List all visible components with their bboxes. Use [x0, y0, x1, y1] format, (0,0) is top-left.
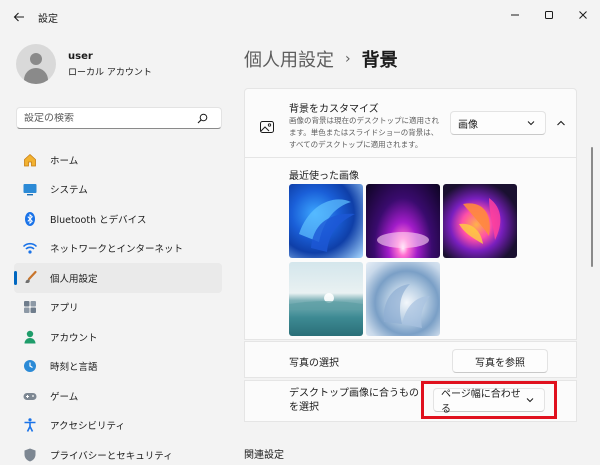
minimize-icon: [511, 14, 519, 16]
sidebar-item-accessibility[interactable]: アクセシビリティ: [14, 411, 222, 441]
dropdown-value: ページ幅に合わせる: [441, 389, 521, 415]
chevron-up-icon: [557, 120, 565, 126]
brush-icon: [22, 270, 38, 286]
title-bar: 設定: [0, 0, 600, 34]
sidebar-item-label: Bluetooth とデバイス: [50, 214, 147, 226]
breadcrumb-separator: ›: [345, 51, 351, 67]
time-language-icon: [22, 358, 38, 374]
chevron-down-icon: [525, 117, 537, 129]
apps-icon: [22, 299, 38, 315]
search-icon[interactable]: [195, 111, 209, 125]
sidebar-item-bluetooth[interactable]: Bluetooth とデバイス: [14, 204, 222, 234]
maximize-icon: [545, 11, 553, 19]
gamepad-icon: [22, 388, 38, 404]
sidebar-item-label: プライバシーとセキュリティ: [50, 450, 173, 462]
account-icon: [22, 329, 38, 345]
app-title: 設定: [38, 13, 58, 25]
fit-select-label: デスクトップ画像に合うものを選択: [289, 388, 419, 413]
home-icon: [22, 152, 38, 168]
sidebar-item-label: ネットワークとインターネット: [50, 244, 184, 256]
recent-images-label: 最近使った画像: [289, 171, 359, 182]
shield-icon: [22, 447, 38, 463]
browse-photos-button[interactable]: 写真を参照: [452, 349, 548, 373]
accessibility-icon: [22, 417, 38, 433]
breadcrumb-parent[interactable]: 個人用設定: [244, 46, 334, 72]
recent-image-thumbnail[interactable]: [443, 184, 517, 258]
wifi-icon: [22, 240, 38, 256]
photo-select-label: 写真の選択: [289, 358, 339, 369]
sidebar-item-home[interactable]: ホーム: [14, 145, 222, 175]
bluetooth-icon: [22, 211, 38, 227]
minimize-button[interactable]: [498, 0, 532, 30]
collapse-button[interactable]: [555, 117, 567, 129]
background-title: 背景をカスタマイズ: [289, 104, 379, 115]
search-box[interactable]: [16, 107, 222, 129]
background-settings-card: 背景をカスタマイズ 画像の背景は現在のデスクトップに適用されます。単色またはスラ…: [244, 88, 577, 158]
sidebar-item-label: システム: [50, 185, 88, 197]
close-button[interactable]: [566, 0, 600, 30]
sidebar-item-label: アカウント: [50, 332, 98, 344]
sidebar-item-system[interactable]: システム: [14, 175, 222, 205]
sidebar-nav: ホーム システム Bluetooth とデバイス ネットワークとインターネット …: [14, 145, 222, 465]
recent-image-thumbnail[interactable]: [289, 184, 363, 258]
recent-image-thumbnail[interactable]: [366, 262, 440, 336]
back-button[interactable]: [8, 6, 30, 28]
sidebar-item-personalization[interactable]: 個人用設定: [14, 263, 222, 293]
background-description: 画像の背景は現在のデスクトップに適用されます。単色またはスライドショーの背景は、…: [289, 116, 439, 149]
sidebar-item-apps[interactable]: アプリ: [14, 293, 222, 323]
profile-account-type: ローカル アカウント: [68, 67, 152, 78]
avatar: [16, 44, 56, 84]
sidebar-item-privacy[interactable]: プライバシーとセキュリティ: [14, 440, 222, 465]
maximize-button[interactable]: [532, 0, 566, 30]
sidebar-item-label: 時刻と言語: [50, 362, 98, 374]
sidebar-item-label: 個人用設定: [50, 273, 98, 285]
sidebar-item-label: アプリ: [50, 303, 79, 315]
image-icon: [259, 119, 275, 135]
sidebar-item-time-language[interactable]: 時刻と言語: [14, 352, 222, 382]
sidebar-item-label: ゲーム: [50, 391, 79, 403]
recent-image-thumbnail[interactable]: [289, 262, 363, 336]
page-title: 背景: [361, 50, 398, 71]
related-settings-heading: 関連設定: [244, 450, 284, 461]
profile-name: user: [68, 50, 93, 62]
user-profile[interactable]: user ローカル アカウント: [16, 44, 152, 84]
arrow-left-icon: [13, 12, 24, 22]
sidebar-item-network[interactable]: ネットワークとインターネット: [14, 234, 222, 264]
photo-select-row: 写真の選択 写真を参照: [244, 341, 577, 378]
fit-select-row: デスクトップ画像に合うものを選択 ページ幅に合わせる: [244, 380, 577, 422]
search-input[interactable]: [17, 112, 195, 124]
recent-image-thumbnail[interactable]: [366, 184, 440, 258]
recent-images-card: 最近使った画像: [244, 158, 577, 340]
breadcrumb: 個人用設定 › 背景: [244, 46, 398, 72]
close-icon: [579, 11, 587, 19]
dropdown-value: 画像: [458, 119, 478, 131]
sidebar-item-gaming[interactable]: ゲーム: [14, 381, 222, 411]
sidebar-item-label: ホーム: [50, 155, 79, 167]
scrollbar[interactable]: [591, 147, 593, 267]
window-controls: [498, 0, 600, 30]
sidebar-item-accounts[interactable]: アカウント: [14, 322, 222, 352]
background-type-dropdown[interactable]: 画像: [450, 111, 546, 135]
chevron-down-icon: [524, 394, 536, 406]
system-icon: [22, 181, 38, 197]
sidebar-item-label: アクセシビリティ: [50, 421, 125, 433]
fit-dropdown[interactable]: ページ幅に合わせる: [433, 388, 545, 415]
